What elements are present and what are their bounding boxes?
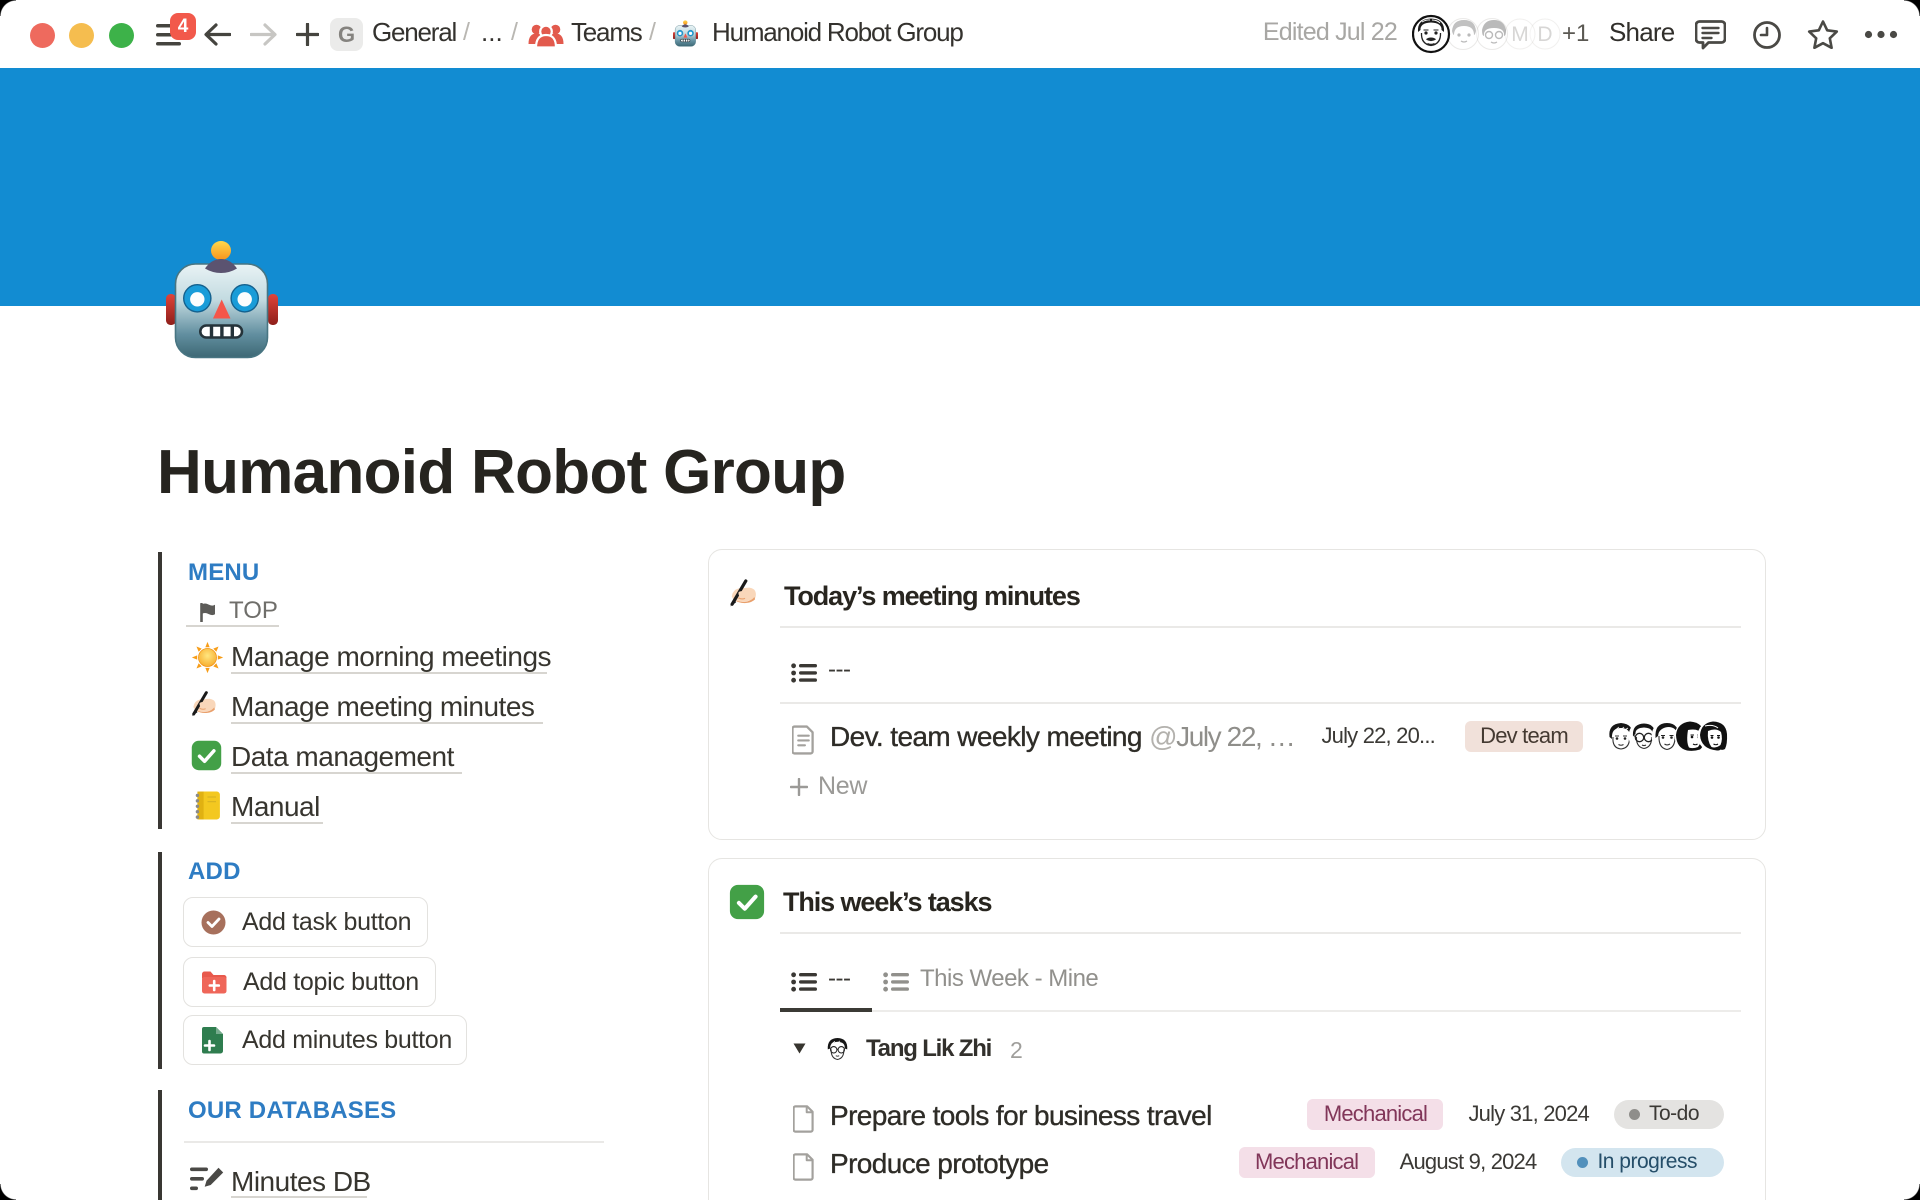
svg-text:M: M — [1511, 23, 1529, 46]
svg-text:D: D — [1537, 23, 1552, 46]
